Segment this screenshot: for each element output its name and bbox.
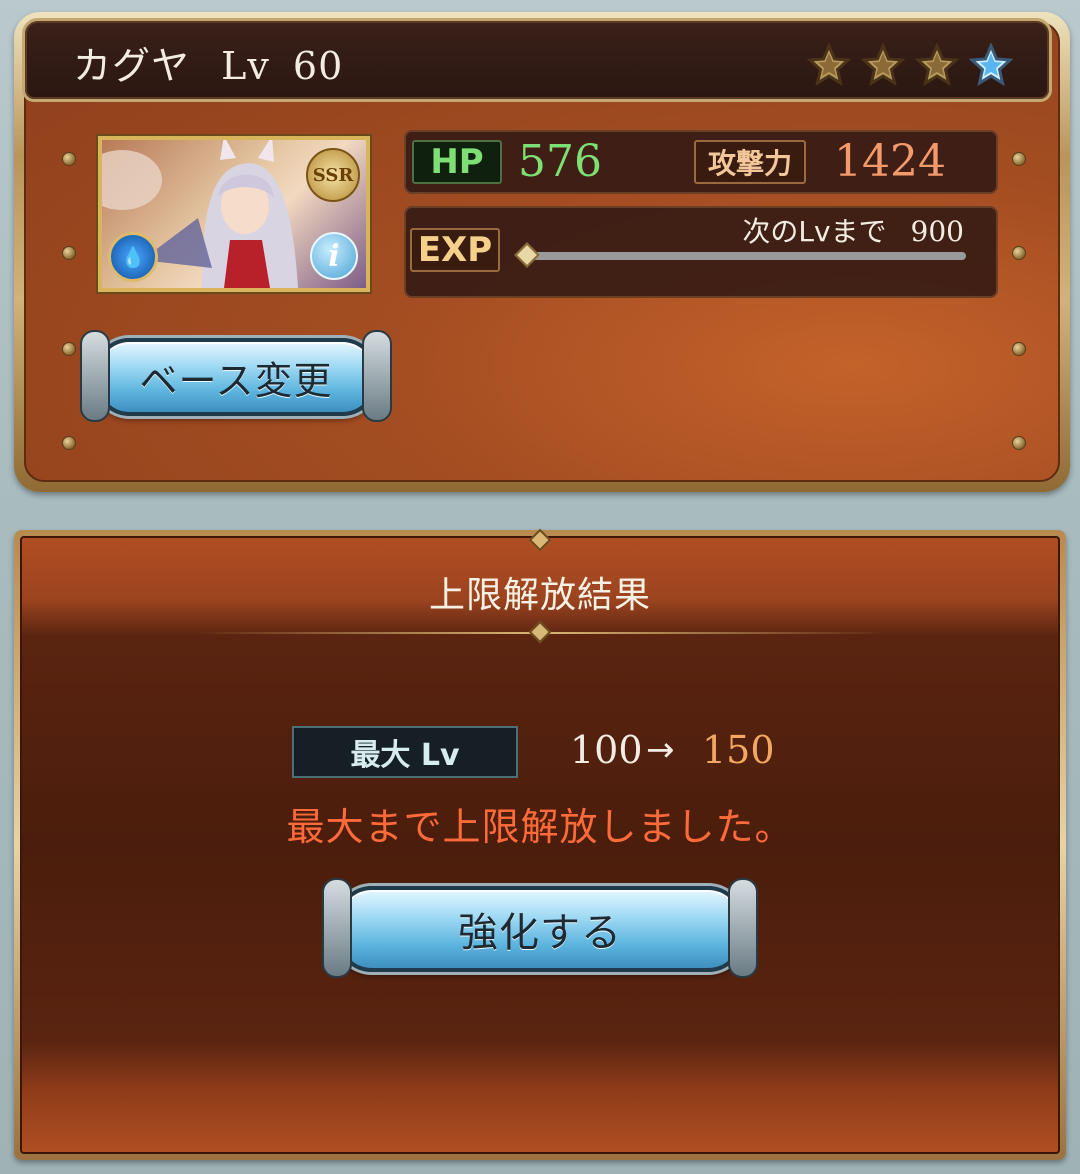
exp-progress-bar: [514, 242, 966, 268]
rivet: [62, 436, 76, 450]
enhance-button[interactable]: 強化する: [336, 886, 744, 972]
uncap-stars: [807, 43, 1013, 87]
enhance-label: 強化する: [458, 910, 622, 956]
star-icon: [861, 43, 905, 87]
character-title-bar: カグヤ Lv 60: [22, 18, 1052, 102]
star-icon: [915, 43, 959, 87]
info-icon[interactable]: i: [310, 232, 358, 280]
rivet: [62, 152, 76, 166]
next-level-label: 次のLvまで 900: [742, 210, 964, 250]
exp-label: EXP: [410, 228, 500, 272]
level-value: 60: [292, 44, 344, 88]
rivet: [1012, 342, 1026, 356]
rivet: [1012, 436, 1026, 450]
character-name: カグヤ: [73, 44, 191, 88]
stat-box: HP 576 攻撃力 1424: [404, 130, 998, 194]
attack-label: 攻撃力: [694, 140, 806, 184]
character-name-level: カグヤ Lv 60: [73, 35, 343, 90]
rivet: [1012, 246, 1026, 260]
water-element-icon: 💧: [108, 232, 158, 282]
exp-progress-marker: [514, 242, 540, 268]
exp-box: EXP 次のLvまで 900: [404, 206, 998, 298]
attack-value: 1424: [834, 136, 946, 187]
next-level-text: 次のLvまで: [742, 215, 887, 248]
max-level-from: 100: [570, 728, 643, 772]
rivet: [62, 246, 76, 260]
rivet: [1012, 152, 1026, 166]
base-change-label: ベース変更: [139, 358, 333, 403]
base-change-button[interactable]: ベース変更: [94, 338, 378, 416]
ssr-rarity-badge: SSR: [306, 148, 360, 202]
level-label: Lv: [221, 44, 270, 88]
result-title: 上限解放結果: [428, 575, 651, 616]
star-icon: [807, 43, 851, 87]
uncap-complete-message: 最大まで上限解放しました。: [286, 805, 794, 849]
blue-star-icon: [969, 43, 1013, 87]
level-arrow: →: [646, 730, 675, 770]
button-right-cap: [362, 330, 392, 422]
max-level-to: 150: [702, 728, 775, 772]
rivet: [62, 342, 76, 356]
button-right-cap: [728, 878, 758, 978]
max-level-label: 最大 Lv: [292, 726, 518, 778]
next-level-value: 900: [910, 215, 964, 248]
hp-value: 576: [518, 136, 602, 187]
hp-label: HP: [412, 140, 502, 184]
button-left-cap: [322, 878, 352, 978]
button-left-cap: [80, 330, 110, 422]
character-portrait[interactable]: SSR 💧 i: [98, 136, 370, 292]
